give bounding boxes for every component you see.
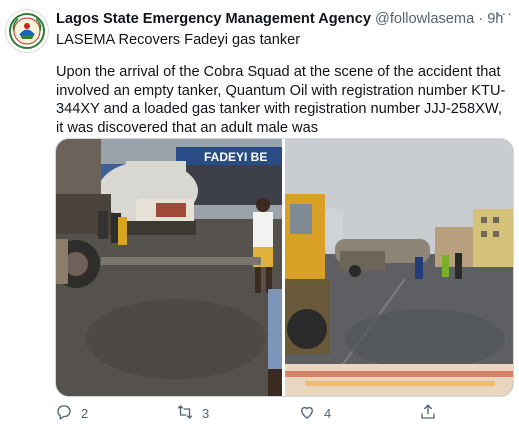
- heart-icon: [298, 403, 316, 424]
- share-button[interactable]: [419, 402, 445, 424]
- reply-button[interactable]: 2: [55, 402, 88, 424]
- media-gallery[interactable]: FADEYI BE: [55, 138, 514, 397]
- reply-icon: [55, 403, 73, 424]
- more-icon: ···: [496, 5, 513, 21]
- tweet-body: Upon the arrival of the Cobra Squad at t…: [56, 64, 506, 136]
- account-name[interactable]: Lagos State Emergency Management Agency: [56, 11, 371, 27]
- share-icon: [419, 403, 437, 424]
- tweet-header: Lagos State Emergency Management Agency …: [56, 10, 505, 30]
- tweet-actions: 2 3 4: [55, 402, 475, 424]
- fadeyi-sign: FADEYI BE: [204, 150, 267, 164]
- tweet-card[interactable]: Lagos State Emergency Management Agency …: [0, 0, 519, 436]
- like-count: 4: [324, 405, 332, 421]
- retweet-icon: [176, 403, 194, 424]
- retweet-count: 3: [202, 405, 210, 421]
- separator-dot: ·: [478, 11, 484, 27]
- account-handle[interactable]: @followlasema: [375, 11, 474, 27]
- retweet-button[interactable]: 3: [176, 402, 209, 424]
- photo-road-scene[interactable]: [285, 139, 513, 396]
- tweet-headline: LASEMA Recovers Fadeyi gas tanker: [56, 32, 301, 48]
- reply-count: 2: [81, 405, 89, 421]
- avatar[interactable]: [5, 9, 49, 53]
- lagos-seal-icon: [7, 11, 47, 51]
- like-button[interactable]: 4: [298, 402, 331, 424]
- more-options-button[interactable]: ···: [496, 5, 513, 21]
- photo-fadeyi-tanker[interactable]: FADEYI BE: [56, 139, 282, 396]
